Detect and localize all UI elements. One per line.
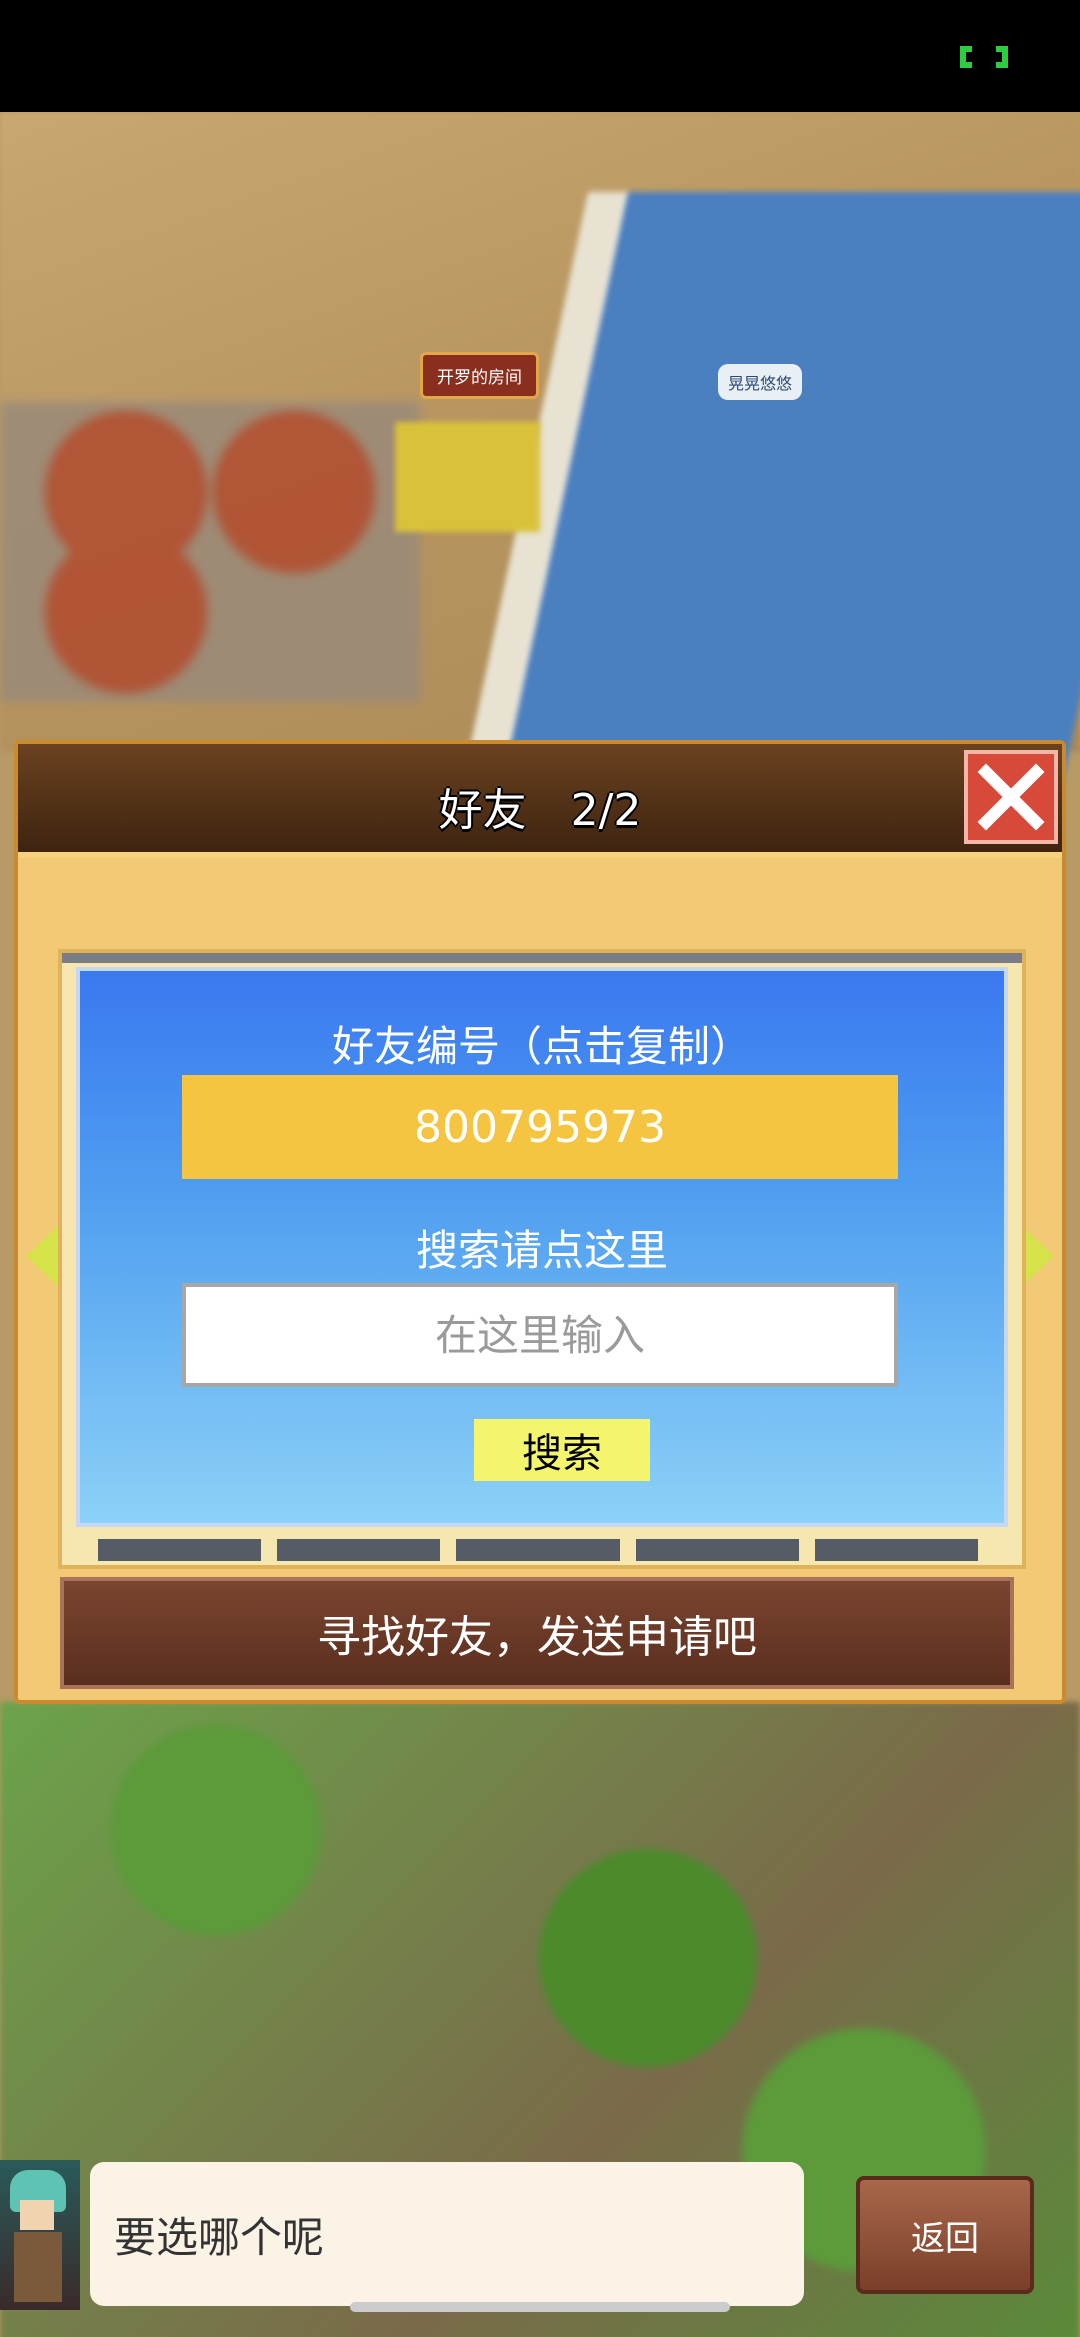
- strip-segment: [814, 1539, 979, 1561]
- room-label: 开罗的房间: [420, 352, 539, 399]
- search-input[interactable]: [182, 1283, 898, 1387]
- strip-segment: [98, 1539, 262, 1561]
- avatar-body: [14, 2232, 62, 2302]
- dialog-title: 好友 2/2: [438, 785, 642, 836]
- player-house: [395, 422, 540, 532]
- friends-dialog: 好友 2/2 好友编号（点击复制） 800795973 搜索请点这里 搜索 寻找…: [14, 740, 1066, 1704]
- close-button[interactable]: [964, 750, 1058, 844]
- strip-segment: [635, 1539, 799, 1561]
- close-icon: [977, 763, 1045, 831]
- player-name-label: 晃晃悠悠: [718, 364, 803, 400]
- speech-text: 要选哪个呢: [114, 2212, 325, 2262]
- friend-id-copy-field[interactable]: 800795973: [182, 1075, 898, 1179]
- strip-segment: [277, 1539, 441, 1561]
- search-label: 搜索请点这里: [415, 1226, 668, 1275]
- strip-segment: [456, 1539, 620, 1561]
- speech-bubble: 要选哪个呢: [90, 2162, 804, 2306]
- top-bar: [0, 0, 1080, 112]
- avatar: [0, 2160, 80, 2310]
- friend-panel-frame: 好友编号（点击复制） 800795973 搜索请点这里 搜索: [58, 949, 1026, 1569]
- search-button[interactable]: 搜索: [474, 1419, 650, 1481]
- prev-page-arrow-icon[interactable]: [26, 1224, 60, 1288]
- avatar-face: [20, 2200, 54, 2230]
- dialog-header: 好友 2/2: [18, 744, 1062, 858]
- fullscreen-icon[interactable]: [958, 44, 1010, 70]
- town-buildings: [0, 402, 420, 702]
- find-friends-button[interactable]: 寻找好友，发送申请吧: [60, 1577, 1014, 1689]
- friend-id-label: 好友编号（点击复制）: [331, 1022, 752, 1071]
- back-button[interactable]: 返回: [856, 2176, 1034, 2294]
- friend-search-panel: 好友编号（点击复制） 800795973 搜索请点这里 搜索: [76, 967, 1008, 1527]
- panel-bottom-strip: [98, 1539, 979, 1561]
- home-indicator[interactable]: [350, 2302, 730, 2312]
- panel-top-strip: [62, 953, 1022, 963]
